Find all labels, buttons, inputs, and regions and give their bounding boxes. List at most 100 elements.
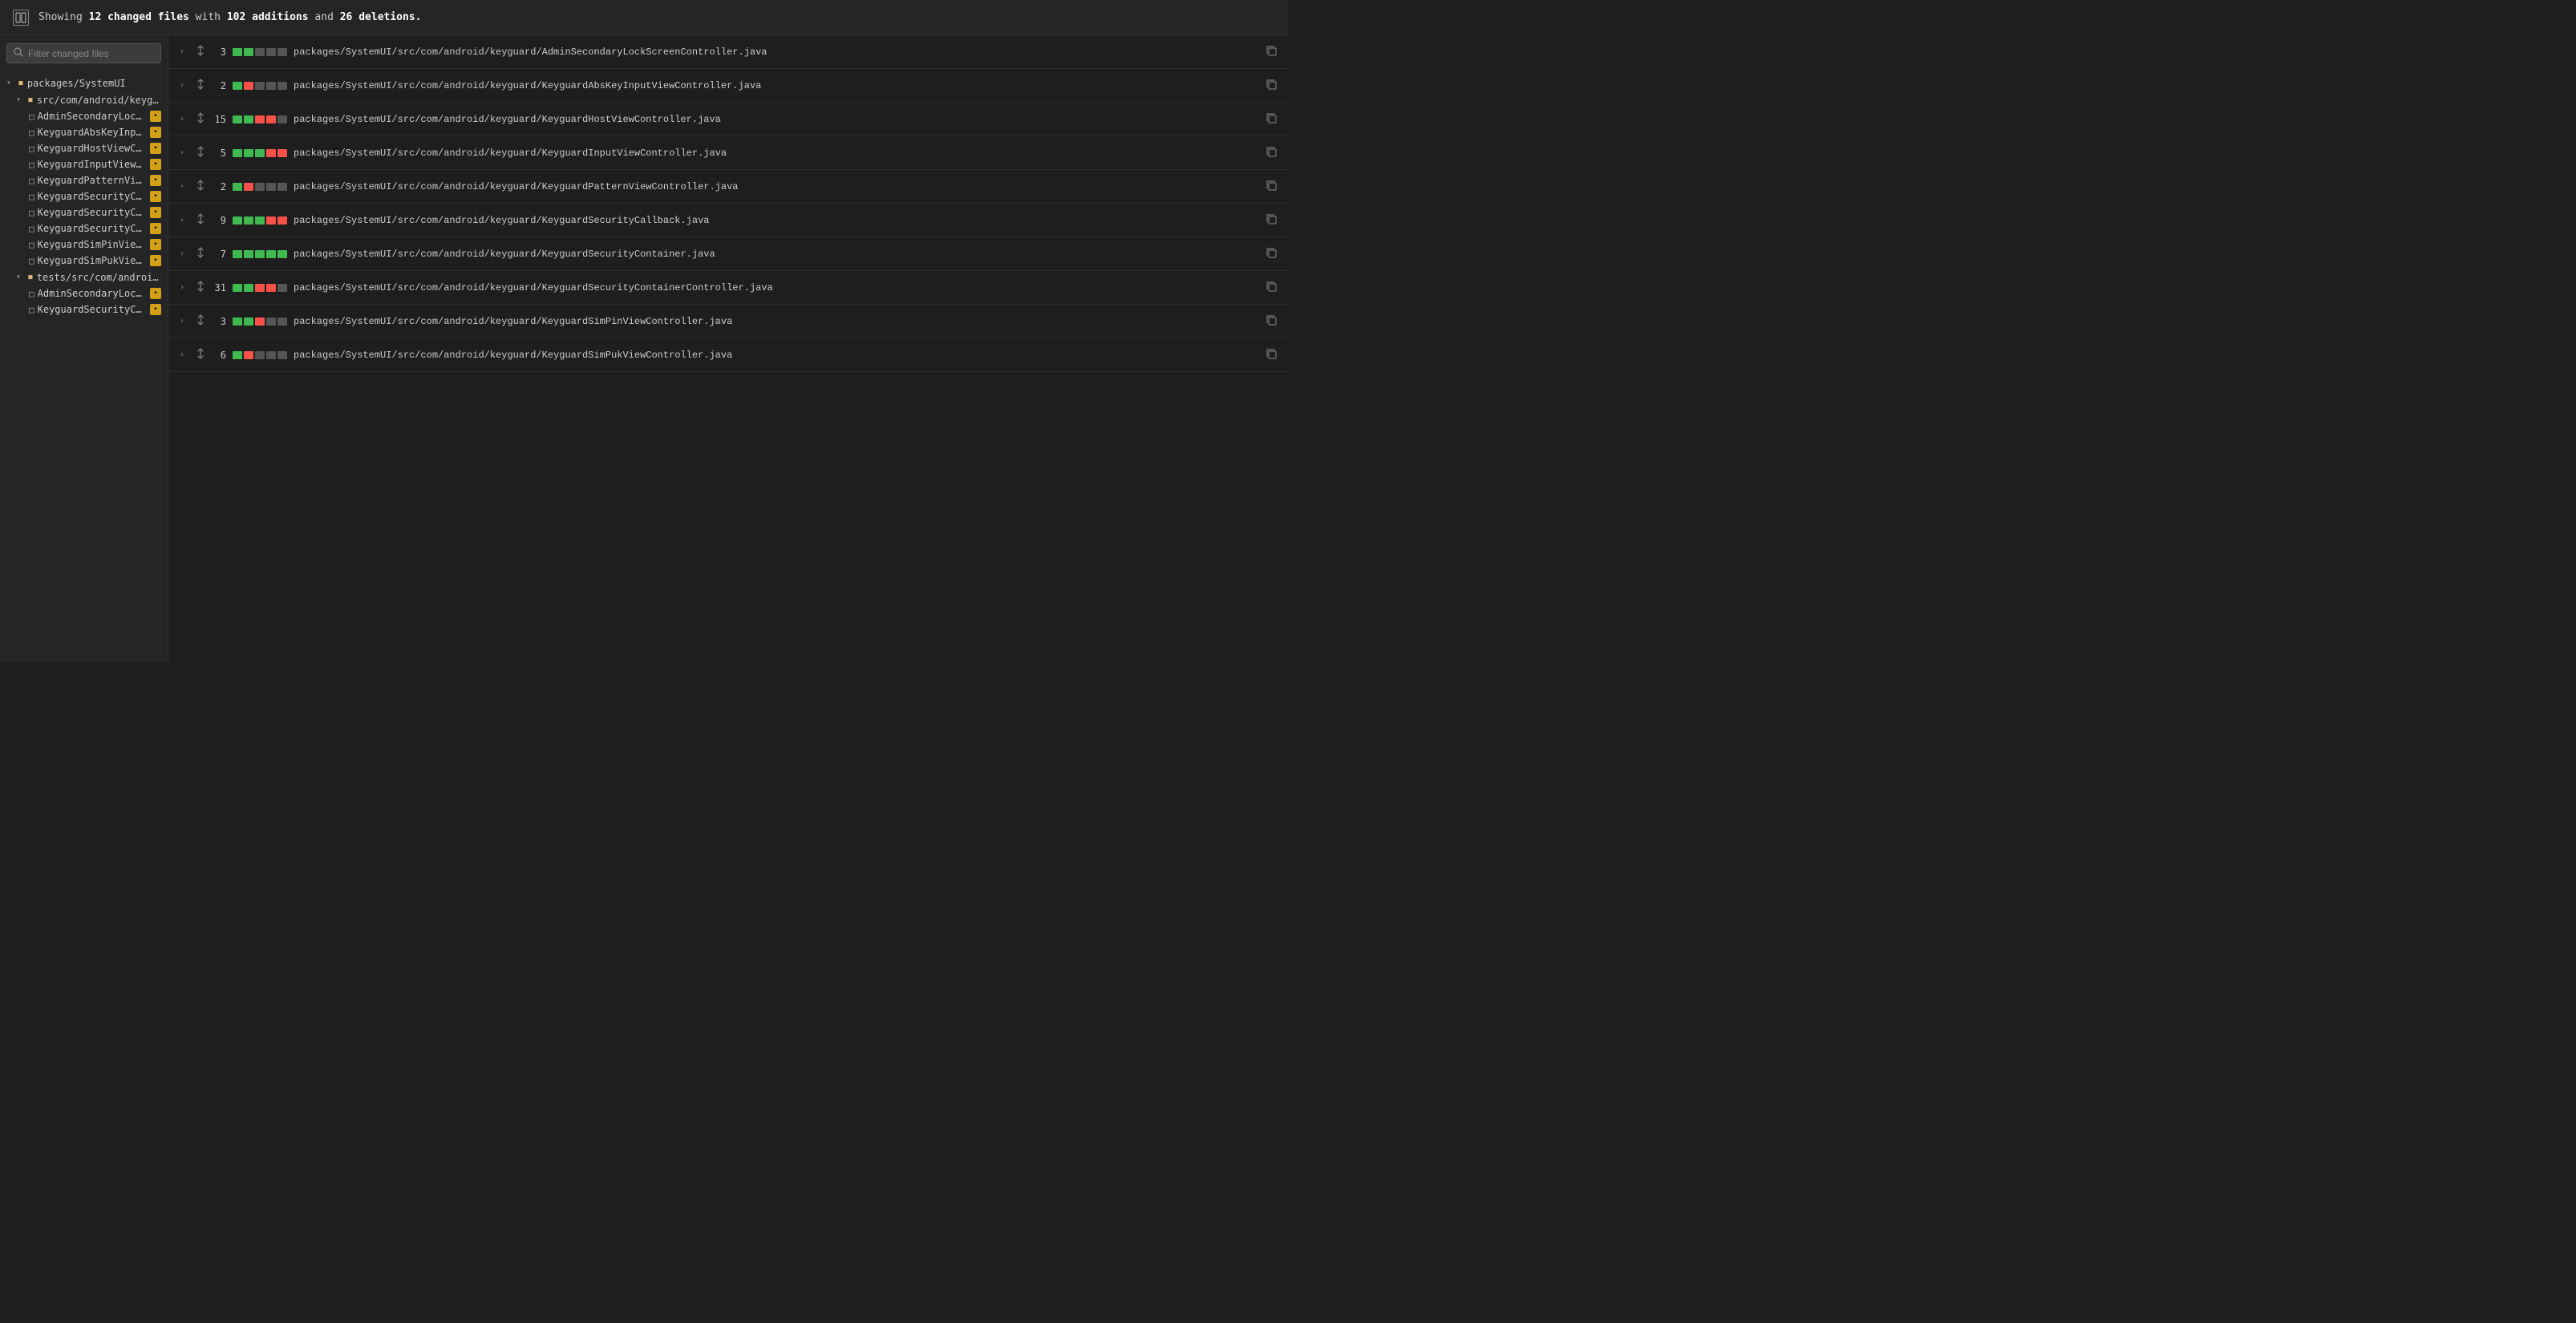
change-count: 5 xyxy=(212,148,226,159)
folder-icon: ▪ xyxy=(27,271,34,283)
search-input[interactable] xyxy=(28,48,154,59)
diff-arrows-icon xyxy=(196,79,205,92)
search-icon xyxy=(14,47,23,59)
diff-bar xyxy=(233,149,287,157)
sidebar-file-label: AdminSecondaryLockScr... xyxy=(38,111,145,122)
sidebar-item-security-container-1[interactable]: □ KeyguardSecurityContain... • xyxy=(0,204,168,220)
table-row[interactable]: › 2packages/SystemUI/src/com/android/key… xyxy=(168,69,1288,103)
table-row[interactable]: › 5packages/SystemUI/src/com/android/key… xyxy=(168,136,1288,170)
modified-badge: • xyxy=(150,223,161,234)
modified-badge: • xyxy=(150,143,161,154)
change-count: 2 xyxy=(212,80,226,91)
expand-arrow-icon[interactable]: › xyxy=(180,283,189,292)
copy-path-button[interactable] xyxy=(1266,315,1277,328)
table-row[interactable]: › 2packages/SystemUI/src/com/android/key… xyxy=(168,170,1288,204)
expand-arrow-icon[interactable]: › xyxy=(180,47,189,56)
table-row[interactable]: › 6packages/SystemUI/src/com/android/key… xyxy=(168,338,1288,372)
file-path: packages/SystemUI/src/com/android/keygua… xyxy=(294,249,1260,260)
diff-bar xyxy=(233,183,287,191)
diff-arrows-icon xyxy=(196,247,205,261)
diff-arrows-icon xyxy=(196,281,205,294)
copy-path-button[interactable] xyxy=(1266,46,1277,59)
sidebar-file-label: KeyguardInputViewContr... xyxy=(38,159,145,170)
deletions-count: 26 xyxy=(340,11,353,23)
sidebar-item-admin-lock[interactable]: □ AdminSecondaryLockScr... • xyxy=(0,108,168,124)
changed-count: 12 xyxy=(89,11,102,23)
change-count: 3 xyxy=(212,47,226,58)
change-count: 31 xyxy=(212,282,226,293)
expand-arrow-icon[interactable]: › xyxy=(180,148,189,157)
modified-badge: • xyxy=(150,207,161,218)
file-icon: □ xyxy=(29,176,34,186)
table-row[interactable]: › 15 packages/SystemUI/src/com/android/ke… xyxy=(168,103,1288,136)
toggle-files-button[interactable] xyxy=(13,10,29,26)
sidebar-item-input-view[interactable]: □ KeyguardInputViewContr... • xyxy=(0,156,168,172)
sidebar-item-host-view[interactable]: □ KeyguardHostViewContr... • xyxy=(0,140,168,156)
diff-arrows-icon xyxy=(196,45,205,59)
file-path: packages/SystemUI/src/com/android/keygua… xyxy=(294,47,1260,58)
sidebar-item-abs-key-input[interactable]: □ KeyguardAbsKeyInputVie... • xyxy=(0,124,168,140)
table-row[interactable]: › 7 packages/SystemUI/src/com/android/key… xyxy=(168,237,1288,271)
change-count: 2 xyxy=(212,181,226,192)
sidebar-item-security-container-2[interactable]: □ KeyguardSecurityContain... • xyxy=(0,220,168,237)
table-row[interactable]: › 3packages/SystemUI/src/com/android/key… xyxy=(168,305,1288,338)
file-icon: □ xyxy=(29,192,34,202)
sidebar-item-label: tests/src/com/android/keyguard xyxy=(37,272,161,283)
file-icon: □ xyxy=(29,127,34,138)
sidebar-item-label: src/com/android/keyguard xyxy=(37,95,161,106)
diff-arrows-icon xyxy=(196,314,205,328)
sidebar-file-label: KeyguardAbsKeyInputVie... xyxy=(38,127,145,138)
expand-arrow-icon[interactable]: › xyxy=(180,81,189,90)
change-count: 7 xyxy=(212,249,226,260)
sidebar-item-tests-security-container[interactable]: □ KeyguardSecurityContain... • xyxy=(0,301,168,318)
copy-path-button[interactable] xyxy=(1266,180,1277,193)
sidebar-item-packages-systemui[interactable]: ▾ ▪ packages/SystemUI xyxy=(0,75,168,91)
file-path: packages/SystemUI/src/com/android/keygua… xyxy=(294,316,1260,327)
modified-badge: • xyxy=(150,255,161,266)
diff-bar xyxy=(233,351,287,359)
table-row[interactable]: › 9packages/SystemUI/src/com/android/key… xyxy=(168,204,1288,237)
copy-path-button[interactable] xyxy=(1266,281,1277,294)
diff-bar xyxy=(233,318,287,326)
modified-badge: • xyxy=(150,191,161,202)
sidebar-item-security-callback[interactable]: □ KeyguardSecurityCallbac... • xyxy=(0,188,168,204)
sidebar-item-sim-pin[interactable]: □ KeyguardSimPinViewCon... • xyxy=(0,237,168,253)
sidebar-item-label: packages/SystemUI xyxy=(27,78,161,89)
sidebar-item-pattern-view[interactable]: □ KeyguardPatternViewCon... • xyxy=(0,172,168,188)
expand-arrow-icon[interactable]: › xyxy=(180,182,189,191)
copy-path-button[interactable] xyxy=(1266,147,1277,160)
sidebar-file-label: KeyguardPatternViewCon... xyxy=(38,175,145,186)
folder-icon: ▪ xyxy=(18,77,24,89)
copy-path-button[interactable] xyxy=(1266,248,1277,261)
file-path: packages/SystemUI/src/com/android/keygua… xyxy=(294,282,1260,293)
sidebar-file-label: KeyguardSecurityCallbac... xyxy=(38,191,145,202)
sidebar-item-tests-keyguard[interactable]: ▾ ▪ tests/src/com/android/keyguard xyxy=(0,269,168,285)
copy-path-button[interactable] xyxy=(1266,349,1277,362)
copy-path-button[interactable] xyxy=(1266,79,1277,92)
diff-arrows-icon xyxy=(196,213,205,227)
table-row[interactable]: › 31 packages/SystemUI/src/com/android/ke… xyxy=(168,271,1288,305)
table-row[interactable]: › 3 packages/SystemUI/src/com/android/key… xyxy=(168,35,1288,69)
change-count: 15 xyxy=(212,114,226,125)
expand-arrow-icon[interactable]: › xyxy=(180,317,189,326)
expand-arrow-icon[interactable]: › xyxy=(180,350,189,359)
copy-path-button[interactable] xyxy=(1266,214,1277,227)
file-icon: □ xyxy=(29,256,34,266)
expand-arrow-icon[interactable]: › xyxy=(180,115,189,123)
sidebar-item-src-keyguard[interactable]: ▾ ▪ src/com/android/keyguard xyxy=(0,91,168,108)
file-path: packages/SystemUI/src/com/android/keygua… xyxy=(294,114,1260,125)
sidebar-file-label: KeyguardHostViewContr... xyxy=(38,143,145,154)
expand-arrow-icon[interactable]: › xyxy=(180,249,189,258)
sidebar: ▾ ▪ packages/SystemUI ▾ ▪ src/com/androi… xyxy=(0,35,168,662)
diff-bar xyxy=(233,216,287,225)
additions-label: additions xyxy=(252,11,308,23)
modified-badge: • xyxy=(150,175,161,186)
file-icon: □ xyxy=(29,289,34,299)
expand-arrow-icon[interactable]: › xyxy=(180,216,189,225)
sidebar-item-tests-admin[interactable]: □ AdminSecondaryLockScr... • xyxy=(0,285,168,301)
copy-path-button[interactable] xyxy=(1266,113,1277,126)
search-box[interactable] xyxy=(6,43,161,63)
sidebar-item-sim-puk[interactable]: □ KeyguardSimPukViewCo... • xyxy=(0,253,168,269)
sidebar-file-label: KeyguardSecurityContain... xyxy=(38,223,145,234)
change-count: 9 xyxy=(212,215,226,226)
